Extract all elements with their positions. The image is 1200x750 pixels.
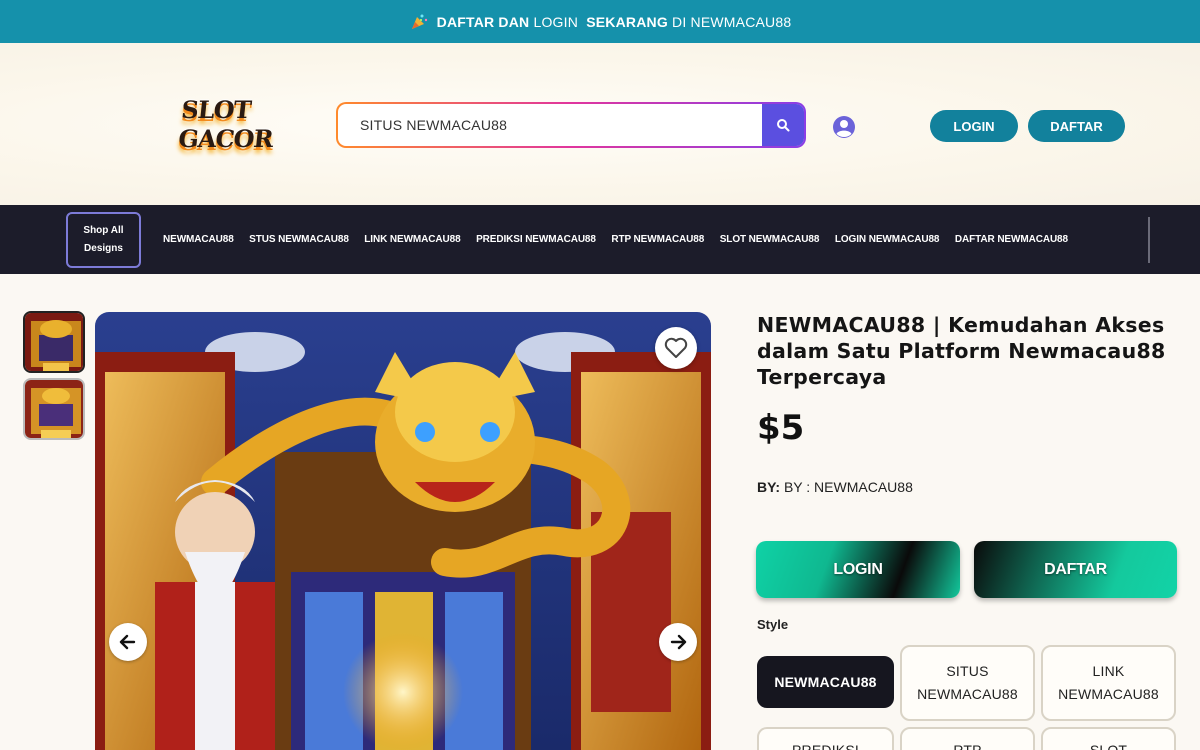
- nav-divider: [1148, 217, 1150, 263]
- style-option[interactable]: RTP: [900, 727, 1035, 750]
- user-account-icon[interactable]: [832, 115, 856, 139]
- nav-link[interactable]: DAFTAR NEWMACAU88: [955, 234, 1068, 245]
- heart-icon: [664, 337, 688, 358]
- nav-link[interactable]: PREDIKSI NEWMACAU88: [476, 234, 596, 245]
- arrow-right-icon: [670, 634, 687, 650]
- nav-link[interactable]: LOGIN NEWMACAU88: [835, 234, 940, 245]
- product-title: NEWMACAU88 | Kemudahan Akses dalam Satu …: [757, 313, 1166, 389]
- style-label: Style: [757, 617, 789, 632]
- site-header: SLOT GACOR SITUS NEWMACAU88 LOGIN DAFTAR: [0, 43, 1200, 205]
- site-logo[interactable]: SLOT GACOR: [177, 95, 304, 153]
- nav-link[interactable]: LINK NEWMACAU88: [364, 234, 460, 245]
- announcement-text-2: LOGIN: [533, 13, 579, 30]
- nav-link[interactable]: NEWMACAU88: [163, 234, 234, 245]
- search-icon: [777, 119, 790, 132]
- party-icon: [409, 12, 429, 32]
- nav-link[interactable]: RTP NEWMACAU88: [611, 234, 704, 245]
- nav-links: NEWMACAU88 STUS NEWMACAU88 LINK NEWMACAU…: [163, 205, 1084, 274]
- search-button[interactable]: [762, 104, 804, 146]
- shop-all-designs-button[interactable]: Shop All Designs: [66, 212, 141, 268]
- style-option[interactable]: PREDIKSI: [757, 727, 894, 750]
- style-option[interactable]: SITUS NEWMACAU88: [900, 645, 1035, 721]
- style-option-selected[interactable]: NEWMACAU88: [757, 656, 894, 708]
- by-label: BY:: [757, 479, 781, 495]
- previous-image-button[interactable]: [109, 623, 147, 661]
- header-login-button[interactable]: LOGIN: [930, 110, 1018, 142]
- next-image-button[interactable]: [659, 623, 697, 661]
- product-thumbnail[interactable]: [23, 378, 85, 440]
- search-bar: SITUS NEWMACAU88: [336, 102, 806, 148]
- announcement-text-4: DI NEWMACAU88: [672, 13, 792, 30]
- announcement-text-3: SEKARANG: [586, 13, 668, 30]
- announcement-text-1: DAFTAR DAN: [436, 13, 530, 30]
- login-cta-button[interactable]: LOGIN: [756, 541, 960, 598]
- style-option[interactable]: SLOT: [1041, 727, 1176, 750]
- arrow-left-icon: [119, 634, 136, 650]
- nav-link[interactable]: STUS NEWMACAU88: [249, 234, 349, 245]
- product-main-image: [95, 312, 711, 750]
- announcement-bar: DAFTAR DAN LOGIN SEKARANG DI NEWMACAU88: [0, 0, 1200, 43]
- by-value: BY : NEWMACAU88: [783, 479, 913, 495]
- nav-link[interactable]: SLOT NEWMACAU88: [720, 234, 820, 245]
- search-input[interactable]: SITUS NEWMACAU88: [338, 117, 762, 133]
- product-by: BY: BY : NEWMACAU88: [757, 479, 913, 495]
- product-thumbnail[interactable]: [23, 311, 85, 373]
- header-daftar-button[interactable]: DAFTAR: [1028, 110, 1125, 142]
- favorite-button[interactable]: [655, 327, 697, 369]
- product-price: $5: [757, 408, 805, 448]
- style-option[interactable]: LINK NEWMACAU88: [1041, 645, 1176, 721]
- daftar-cta-button[interactable]: DAFTAR: [974, 541, 1177, 598]
- main-nav: Shop All Designs NEWMACAU88 STUS NEWMACA…: [0, 205, 1200, 274]
